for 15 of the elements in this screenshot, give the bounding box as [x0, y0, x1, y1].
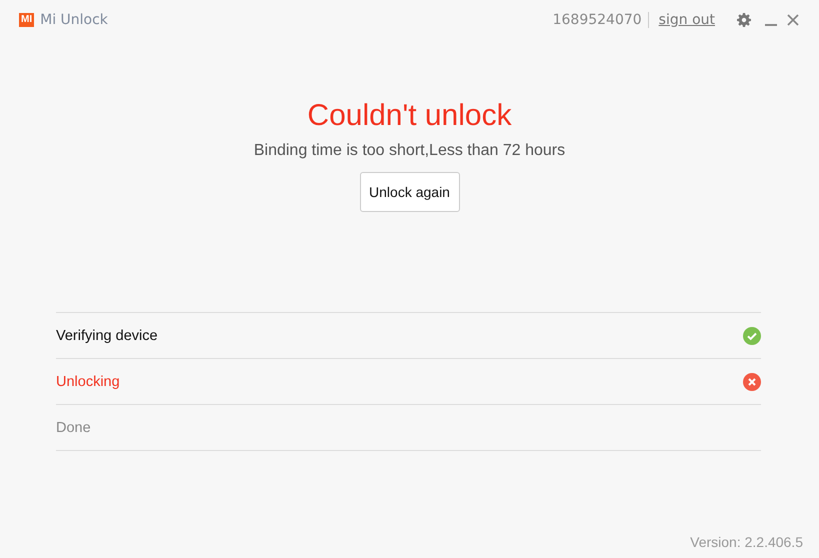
app-title: Mi Unlock — [40, 12, 108, 28]
check-icon — [743, 326, 761, 344]
step-label: Verifying device — [56, 328, 158, 344]
result-message: Binding time is too short,Less than 72 hours — [254, 142, 566, 160]
result-title: Couldn't unlock — [307, 98, 512, 134]
step-label: Done — [56, 420, 91, 436]
step-label: Unlocking — [56, 374, 120, 390]
error-icon — [743, 372, 761, 390]
version-label: Version: 2.2.406.5 — [690, 534, 803, 550]
close-icon[interactable] — [787, 14, 799, 26]
settings-icon[interactable] — [737, 13, 751, 27]
logo: MI — [19, 13, 34, 27]
unlock-again-button[interactable]: Unlock again — [360, 172, 460, 212]
account-number: 1689524070 — [552, 12, 642, 28]
sign-out-link[interactable]: sign out — [658, 12, 715, 28]
